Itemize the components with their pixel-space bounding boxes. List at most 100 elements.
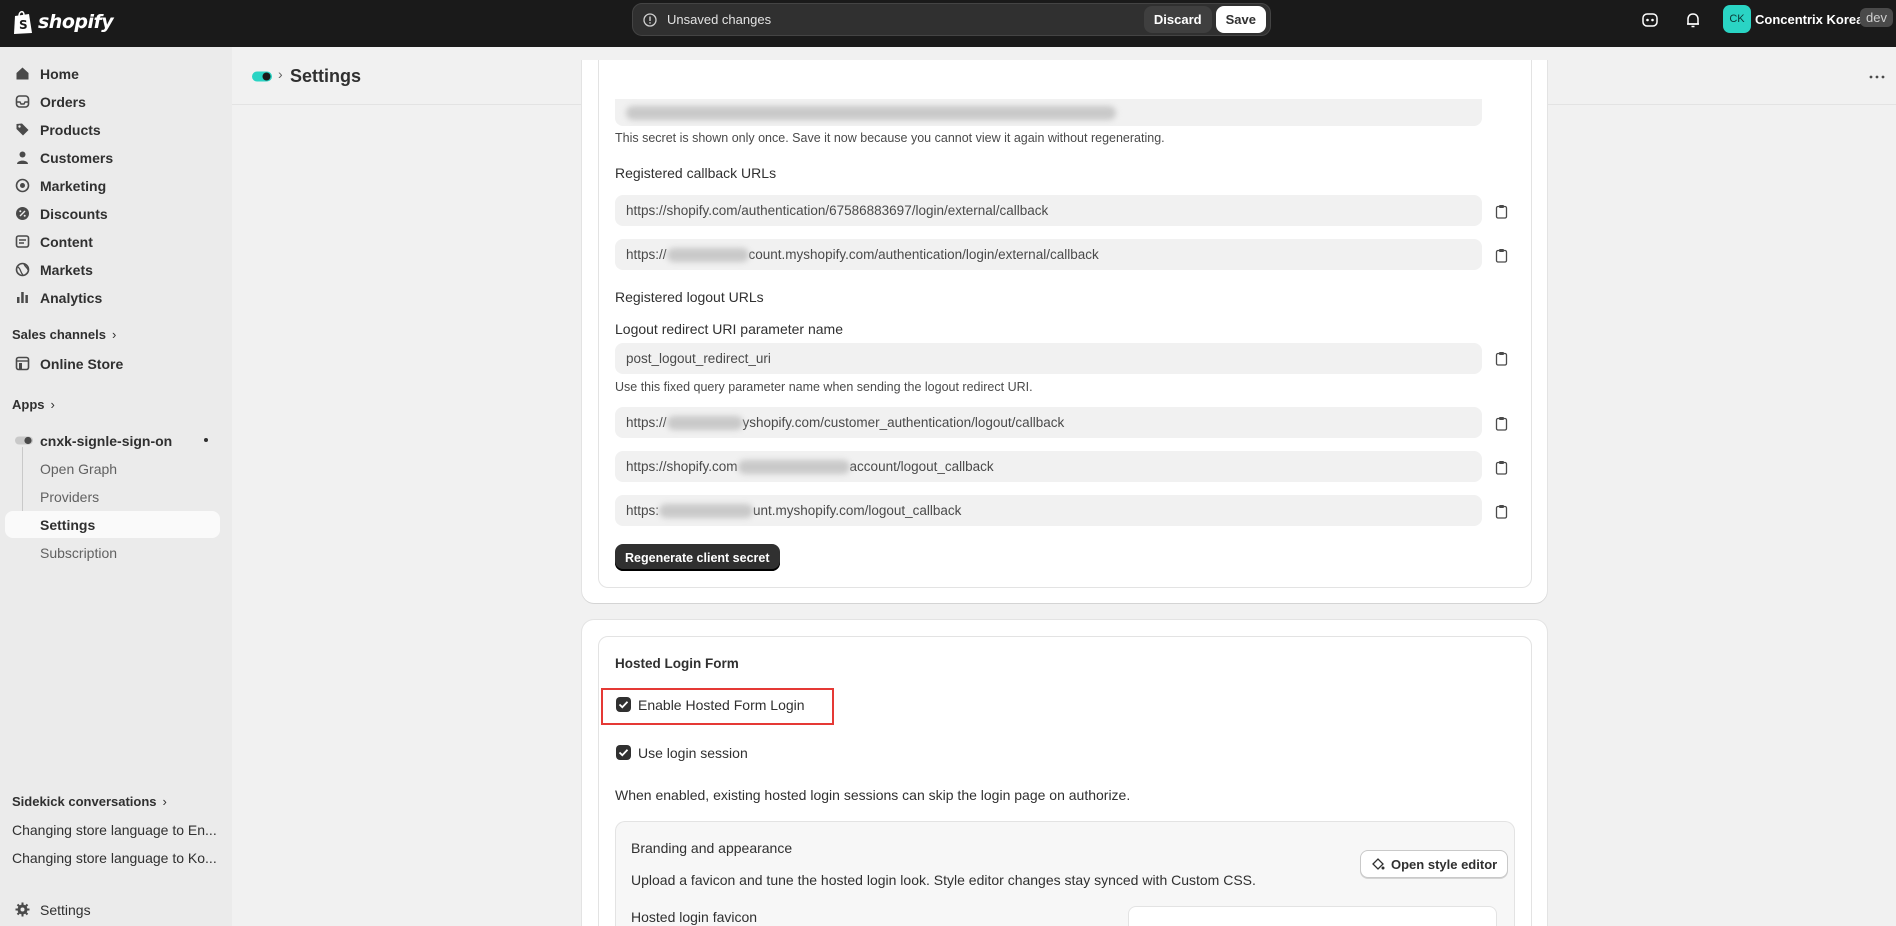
chevron-right-icon: › (162, 794, 167, 809)
url-text: account/logout_callback (849, 459, 994, 474)
sidebar-item-label: Home (40, 65, 79, 82)
app-toggle-icon[interactable] (252, 71, 272, 82)
redacted-domain (666, 415, 743, 430)
callback-url-field[interactable]: https:// count.myshopify.com/authenticat… (615, 239, 1482, 270)
app-pin-dot (204, 438, 208, 442)
redacted-domain (659, 503, 754, 518)
paint-bucket-icon (1372, 858, 1385, 870)
person-icon (17, 151, 28, 164)
apps-label: Apps (12, 397, 45, 412)
alert-circle-icon (643, 12, 657, 27)
chevron-right-icon: › (50, 397, 55, 412)
sidebar-item-label: Settings (40, 901, 91, 918)
sidebar-item-marketing[interactable]: Marketing (5, 172, 220, 199)
top-bar: S shopify Unsaved changes Discard Save C… (0, 0, 1896, 47)
clipboard-icon[interactable] (1494, 204, 1509, 219)
sidebar-item-settings[interactable]: Settings (5, 896, 220, 923)
sidebar-item-label: Analytics (40, 289, 103, 306)
url-text: count.myshopify.com/authentication/login… (748, 247, 1099, 262)
clipboard-icon[interactable] (1494, 248, 1509, 263)
sidebar-item-label: Online Store (40, 355, 124, 372)
redacted-domain (666, 247, 749, 262)
favicon-label: Hosted login favicon (631, 909, 758, 925)
use-login-session-checkbox[interactable] (616, 745, 631, 760)
app-subitem-subscription[interactable]: Subscription (40, 545, 117, 561)
url-text: https:// (626, 415, 667, 430)
sidebar-item-label: Discounts (40, 205, 108, 222)
enable-hosted-form-checkbox[interactable] (616, 697, 631, 712)
redacted-domain (737, 459, 850, 474)
sidebar-item-markets[interactable]: Markets (5, 256, 220, 283)
gear-icon (15, 902, 30, 917)
url-text: yshopify.com/customer_authentication/log… (742, 415, 1065, 430)
favicon-upload-zone[interactable] (1128, 906, 1497, 926)
store-name[interactable]: Concentrix Korea (1755, 12, 1863, 27)
breadcrumb-chevron-icon: › (278, 66, 283, 82)
sidebar-item-label: Marketing (40, 177, 107, 194)
sidekick-conversation-item[interactable]: Changing store language to Ko... (12, 850, 217, 866)
sidebar-item-app[interactable]: cnxk-signle-sign-on (5, 427, 220, 454)
regenerate-client-secret-button[interactable]: Regenerate client secret (615, 544, 780, 571)
sidebar-item-label: Content (40, 233, 93, 250)
use-login-session-label[interactable]: Use login session (638, 745, 748, 761)
logout-urls-label: Registered logout URLs (615, 289, 764, 305)
globe-icon (15, 262, 30, 277)
logout-param-field[interactable]: post_logout_redirect_uri (615, 343, 1482, 374)
sidekick-icon[interactable] (1641, 11, 1659, 29)
sales-channels-label: Sales channels (12, 327, 106, 342)
logout-url-field[interactable]: https: unt.myshopify.com/logout_callback (615, 495, 1482, 526)
target-icon (15, 178, 30, 193)
sidekick-label: Sidekick conversations (12, 794, 157, 809)
url-text: unt.myshopify.com/logout_callback (753, 503, 962, 518)
bell-icon[interactable] (1684, 11, 1702, 29)
sidebar-item-home[interactable]: Home (5, 60, 220, 87)
branding-description: Upload a favicon and tune the hosted log… (631, 872, 1256, 888)
clipboard-icon[interactable] (1494, 460, 1509, 475)
discard-button[interactable]: Discard (1143, 6, 1212, 33)
sidebar-item-customers[interactable]: Customers (5, 144, 220, 171)
sidebar-item-content[interactable]: Content (5, 228, 220, 255)
tag-icon (16, 123, 29, 136)
open-style-editor-label: Open style editor (1391, 856, 1498, 872)
clipboard-icon[interactable] (1494, 416, 1509, 431)
svg-text:S: S (19, 18, 28, 32)
callback-urls-label: Registered callback URLs (615, 165, 777, 181)
sidekick-conversation-item[interactable]: Changing store language to En... (12, 822, 217, 838)
contextual-save-bar: Unsaved changes Discard Save (632, 3, 1271, 36)
checkmark-icon (618, 701, 629, 709)
clipboard-icon[interactable] (1494, 351, 1509, 366)
sidebar-item-discounts[interactable]: Discounts (5, 200, 220, 227)
sidebar-item-analytics[interactable]: Analytics (5, 284, 220, 311)
logout-url-field[interactable]: https:// yshopify.com/customer_authentic… (615, 407, 1482, 438)
sidebar-item-products[interactable]: Products (5, 116, 220, 143)
clipboard-icon[interactable] (1494, 504, 1509, 519)
store-avatar[interactable]: CK (1723, 5, 1751, 33)
shopify-logo[interactable]: S shopify (12, 9, 114, 35)
app-subitem-open-graph[interactable]: Open Graph (40, 461, 117, 477)
secret-help-text: This secret is shown only once. Save it … (615, 131, 1165, 145)
app-toggle-icon (15, 436, 33, 445)
sales-channels-header[interactable]: Sales channels › (12, 327, 116, 342)
chevron-right-icon: › (111, 327, 117, 342)
hosted-login-title: Hosted Login Form (615, 656, 739, 671)
save-button[interactable]: Save (1215, 6, 1266, 33)
enable-hosted-form-label[interactable]: Enable Hosted Form Login (638, 697, 805, 713)
sidebar-item-orders[interactable]: Orders (5, 88, 220, 115)
client-secret-field[interactable] (615, 99, 1482, 126)
sidebar-item-label: Products (40, 121, 101, 138)
content-icon (15, 235, 30, 248)
more-horizontal-icon[interactable] (1868, 68, 1886, 86)
sidebar-item-label: Orders (40, 93, 86, 110)
env-badge: dev (1860, 8, 1893, 27)
apps-header[interactable]: Apps › (12, 397, 55, 412)
logout-url-field[interactable]: https://shopify.com account/logout_callb… (615, 451, 1482, 482)
app-subitem-providers[interactable]: Providers (40, 489, 99, 505)
app-subitem-settings[interactable]: Settings (5, 511, 220, 538)
callback-url-field[interactable]: https://shopify.com/authentication/67586… (615, 195, 1482, 226)
open-style-editor-button[interactable]: Open style editor (1360, 850, 1509, 878)
sidekick-conversations-header[interactable]: Sidekick conversations › (12, 794, 167, 809)
checkmark-icon (618, 749, 629, 757)
sidebar-item-online-store[interactable]: Online Store (5, 350, 220, 377)
unsaved-changes-message: Unsaved changes (667, 12, 772, 27)
app-name: cnxk-signle-sign-on (40, 432, 173, 449)
